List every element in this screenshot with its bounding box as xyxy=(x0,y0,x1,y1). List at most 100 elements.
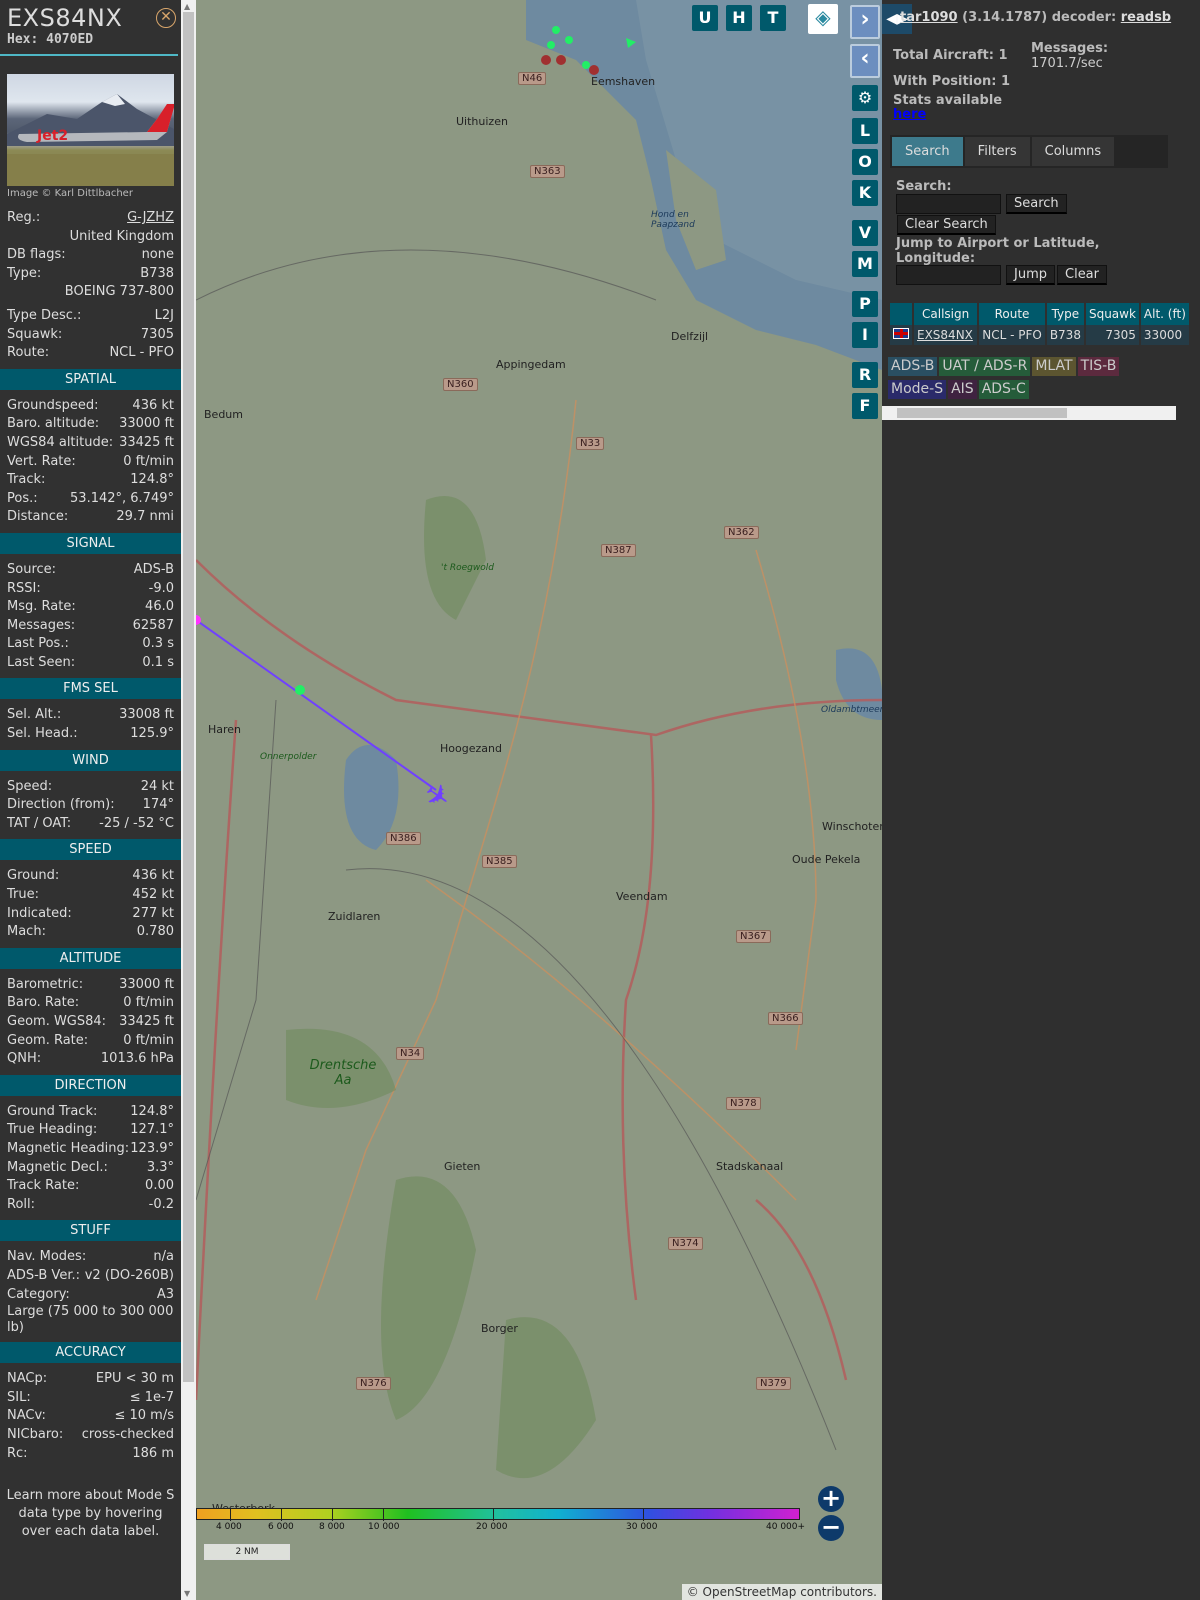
jump-input[interactable] xyxy=(896,265,1001,285)
data-label[interactable]: Mach: xyxy=(7,923,46,942)
sidebar-scrollbar[interactable]: ▲ ▼ xyxy=(181,0,196,1600)
data-label[interactable]: Rc: xyxy=(7,1445,28,1464)
cell-callsign[interactable]: EXS84NX xyxy=(914,325,978,345)
info-value[interactable]: G-JZHZ xyxy=(127,209,174,228)
data-label[interactable]: Speed: xyxy=(7,778,52,797)
data-label[interactable]: Messages: xyxy=(7,617,75,636)
data-label[interactable]: Nav. Modes: xyxy=(7,1248,86,1267)
data-label[interactable]: QNH: xyxy=(7,1050,41,1069)
data-label[interactable]: Magnetic Decl.: xyxy=(7,1159,108,1178)
data-label[interactable]: Roll: xyxy=(7,1196,35,1215)
jump-button[interactable]: Jump xyxy=(1006,265,1055,285)
map-button-l[interactable]: L xyxy=(852,118,878,144)
data-label[interactable]: WGS84 altitude: xyxy=(7,434,113,453)
data-row: WGS84 altitude: 33425 ft xyxy=(0,434,181,453)
map-button-p[interactable]: P xyxy=(852,291,878,317)
search-input[interactable] xyxy=(896,194,1001,214)
col-header-altitude[interactable]: Alt. (ft) xyxy=(1140,303,1189,325)
map-road-label: N376 xyxy=(356,1377,391,1390)
tab-search[interactable]: Search xyxy=(892,137,963,166)
data-label[interactable]: Vert. Rate: xyxy=(7,453,76,472)
map-button-k[interactable]: K xyxy=(852,180,878,206)
legend-label: 8 000 xyxy=(319,1522,345,1532)
scrollbar-thumb[interactable] xyxy=(183,12,194,1382)
data-label[interactable]: Indicated: xyxy=(7,905,72,924)
aircraft-photo[interactable]: Jet2 xyxy=(7,74,174,186)
data-value: 24 kt xyxy=(140,778,174,794)
map-button-t[interactable]: T xyxy=(760,5,786,31)
data-label[interactable]: Ground: xyxy=(7,867,59,886)
map-button-m[interactable]: M xyxy=(852,251,878,277)
data-label[interactable]: SIL: xyxy=(7,1389,31,1408)
col-header-flag[interactable] xyxy=(890,303,912,325)
decoder-link[interactable]: readsb xyxy=(1121,10,1171,25)
collapse-left-icon[interactable]: ‹ xyxy=(850,44,880,78)
tab-filters[interactable]: Filters xyxy=(964,137,1030,166)
data-label[interactable]: TAT / OAT: xyxy=(7,815,71,834)
data-label[interactable]: Geom. Rate: xyxy=(7,1032,88,1051)
data-label[interactable]: Baro. altitude: xyxy=(7,415,99,434)
data-label[interactable]: True: xyxy=(7,886,39,905)
table-row[interactable]: EXS84NX NCL - PFO B738 7305 33000 xyxy=(890,325,1189,345)
data-label[interactable]: Msg. Rate: xyxy=(7,598,76,617)
data-label[interactable]: NACp: xyxy=(7,1370,47,1389)
col-header-type[interactable]: Type xyxy=(1046,303,1084,325)
col-header-callsign[interactable]: Callsign xyxy=(914,303,978,325)
data-label[interactable]: Track Rate: xyxy=(7,1177,79,1196)
data-label[interactable]: True Heading: xyxy=(7,1121,97,1140)
tab-columns[interactable]: Columns xyxy=(1031,137,1115,166)
data-label[interactable]: Last Pos.: xyxy=(7,635,69,654)
data-label[interactable]: Distance: xyxy=(7,508,68,527)
data-label[interactable]: Pos.: xyxy=(7,490,38,509)
data-label[interactable]: Barometric: xyxy=(7,976,83,995)
stats-link[interactable]: here xyxy=(893,107,926,122)
data-label[interactable]: NICbaro: xyxy=(7,1426,63,1445)
clear-button[interactable]: Clear xyxy=(1057,265,1107,285)
data-value: 125.9° xyxy=(130,726,174,742)
data-label[interactable]: Groundspeed: xyxy=(7,397,98,416)
map-attribution[interactable]: © OpenStreetMap contributors. xyxy=(681,1584,882,1600)
data-label[interactable]: Direction (from): xyxy=(7,796,115,815)
data-value: 3.3° xyxy=(146,1159,174,1175)
data-label[interactable]: RSSI: xyxy=(7,580,41,599)
map-button-u[interactable]: U xyxy=(692,5,718,31)
data-label[interactable]: Last Seen: xyxy=(7,654,75,673)
data-label[interactable]: Sel. Head.: xyxy=(7,725,78,744)
data-label[interactable]: Geom. WGS84: xyxy=(7,1013,106,1032)
data-label[interactable]: Sel. Alt.: xyxy=(7,706,61,725)
data-label[interactable]: Track: xyxy=(7,471,45,490)
map-button-v[interactable]: V xyxy=(852,220,878,246)
map[interactable]: ✈ Uithuizen Eemshaven Delfzijl Appingeda… xyxy=(196,0,882,1600)
layers-icon[interactable]: ◈ xyxy=(808,4,838,34)
table-scrollbar[interactable] xyxy=(882,406,1176,420)
data-label[interactable]: NACv: xyxy=(7,1407,46,1426)
data-label[interactable]: Source: xyxy=(7,561,56,580)
map-button-o[interactable]: O xyxy=(852,149,878,175)
zoom-in-button[interactable]: + xyxy=(818,1486,844,1512)
data-label[interactable]: Category: xyxy=(7,1286,70,1305)
data-row: Groundspeed: 436 kt xyxy=(0,397,181,416)
cell-type: B738 xyxy=(1046,325,1084,345)
expand-right-icon[interactable]: › xyxy=(850,5,880,39)
col-header-squawk[interactable]: Squawk xyxy=(1085,303,1139,325)
map-button-r[interactable]: R xyxy=(852,362,878,388)
data-value: 186 m xyxy=(132,1445,174,1461)
info-label: DB flags: xyxy=(7,247,66,263)
clear-search-button[interactable]: Clear Search xyxy=(897,215,996,235)
data-value: 0.1 s xyxy=(142,654,174,670)
data-label[interactable]: Ground Track: xyxy=(7,1103,97,1122)
settings-gear-icon[interactable]: ⚙ xyxy=(852,85,878,111)
app-link[interactable]: tar1090 xyxy=(900,10,958,25)
data-label[interactable]: ADS-B Ver.: xyxy=(7,1267,80,1286)
close-icon[interactable]: ✕ xyxy=(156,8,176,28)
col-header-route[interactable]: Route xyxy=(979,303,1045,325)
data-label[interactable]: Baro. Rate: xyxy=(7,994,79,1013)
map-button-f[interactable]: F xyxy=(852,393,878,419)
map-button-h[interactable]: H xyxy=(726,5,752,31)
map-button-i[interactable]: I xyxy=(852,322,878,348)
data-label[interactable]: Large (75 000 to 300 000 lb) xyxy=(7,1304,173,1335)
search-button[interactable]: Search xyxy=(1006,194,1067,214)
zoom-out-button[interactable]: − xyxy=(818,1515,844,1541)
photo-credit: Image © Karl Dittlbacher xyxy=(7,188,133,199)
data-label[interactable]: Magnetic Heading: xyxy=(7,1140,129,1159)
